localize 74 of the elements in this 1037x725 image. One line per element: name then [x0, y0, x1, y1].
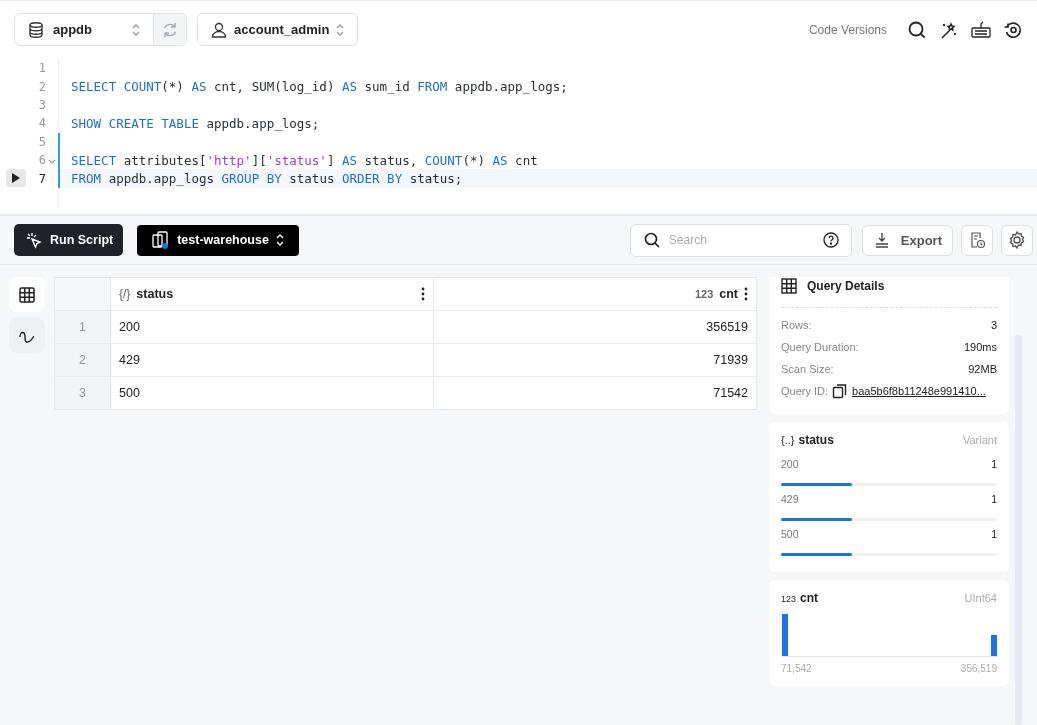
- card-title: cnt: [800, 591, 819, 606]
- row-number: 1: [55, 311, 111, 344]
- more-options-icon[interactable]: [744, 287, 748, 302]
- type-label: {/}: [119, 287, 131, 302]
- copy-icon[interactable]: [832, 383, 849, 400]
- query-id-link[interactable]: baa5b6f8b11248e991410...: [852, 385, 986, 398]
- table-cell: 200: [111, 311, 434, 344]
- column-header[interactable]: {/} status: [111, 278, 434, 311]
- detail-value: 190ms: [963, 341, 997, 354]
- code-line: SELECT COUNT(*) AS cnt, SUM(log_id) AS sum_id FROM appdb.app_logs;: [71, 79, 568, 95]
- search-icon: [642, 231, 661, 250]
- range-min-label: 71,542: [781, 663, 812, 675]
- role-selector[interactable]: account_admin: [197, 13, 359, 46]
- code-line: FROM appdb.app_logs GROUP BY status ORDER BY status;: [71, 171, 463, 187]
- more-options-icon[interactable]: [421, 287, 425, 302]
- line-number: 7: [38, 171, 46, 186]
- cursor-click-icon: [24, 231, 42, 250]
- code-line: SHOW CREATE TABLE appdb.app_logs;: [71, 115, 320, 131]
- type-label: 123: [694, 288, 714, 301]
- column-name: cnt: [719, 287, 738, 302]
- detail-label: Query ID:: [781, 385, 829, 398]
- value-count: 1: [991, 458, 997, 471]
- settings-icon[interactable]: [1001, 224, 1033, 256]
- detail-value: 92MB: [968, 363, 997, 376]
- value-count: 1: [991, 528, 997, 541]
- detail-label: Rows:: [781, 319, 812, 332]
- chevron-updown-icon: [274, 233, 285, 248]
- user-icon: [210, 20, 228, 39]
- detail-label: Scan Size:: [781, 363, 834, 376]
- data-type-label: UInt64: [964, 592, 997, 605]
- table-icon: [781, 278, 797, 295]
- table-view-tab[interactable]: [9, 277, 45, 313]
- value-label: 200: [781, 458, 799, 471]
- line-number: 1: [38, 61, 46, 76]
- run-script-button[interactable]: Run Script: [14, 224, 124, 257]
- table-cell-text: 356519: [705, 319, 749, 337]
- code-line: SELECT attributes['http']['status'] AS status, COUNT(*) AS cnt: [71, 152, 538, 168]
- code-versions-link[interactable]: Code Versions: [808, 22, 887, 37]
- line-number: 5: [38, 134, 46, 149]
- value-label: 429: [781, 493, 799, 506]
- line-number: 6: [38, 153, 46, 168]
- table-cell: 500: [111, 377, 434, 410]
- help-icon[interactable]: [822, 232, 839, 249]
- detail-label: Query Duration:: [781, 341, 859, 354]
- type-label: {..}: [781, 434, 795, 447]
- chevron-updown-icon: [335, 22, 346, 37]
- search-input[interactable]: Search: [666, 232, 817, 249]
- table-cell: 429: [111, 344, 434, 377]
- play-icon: [12, 173, 20, 184]
- table-cell-text: 71542: [712, 385, 749, 403]
- value-count: 1: [991, 493, 997, 506]
- card-title: status: [798, 433, 834, 448]
- column-header[interactable]: 123 cnt: [434, 278, 756, 311]
- chart-view-tab[interactable]: [9, 318, 45, 354]
- grid-icon: [18, 285, 36, 304]
- line-number: 2: [38, 79, 46, 94]
- range-max-label: 356,519: [960, 663, 997, 675]
- history-file-icon[interactable]: [961, 224, 993, 256]
- line-number: 3: [38, 97, 46, 112]
- value-label: 500: [781, 528, 799, 541]
- search-field[interactable]: Search: [629, 223, 852, 257]
- run-line-button[interactable]: [6, 169, 26, 188]
- export-button[interactable]: Export: [861, 224, 953, 256]
- row-number: 3: [55, 377, 111, 410]
- warehouse-selector[interactable]: test-warehouse: [137, 224, 299, 256]
- fold-chevron-icon[interactable]: [48, 159, 56, 166]
- line-number: 4: [38, 116, 46, 131]
- table-cell-text: 71939: [712, 352, 749, 370]
- data-type-label: Variant: [962, 434, 997, 447]
- row-number: 2: [55, 344, 111, 377]
- column-name: status: [136, 287, 174, 302]
- detail-value: 3: [990, 319, 997, 332]
- card-title: Query Details: [807, 279, 885, 294]
- type-label: 123: [781, 594, 797, 605]
